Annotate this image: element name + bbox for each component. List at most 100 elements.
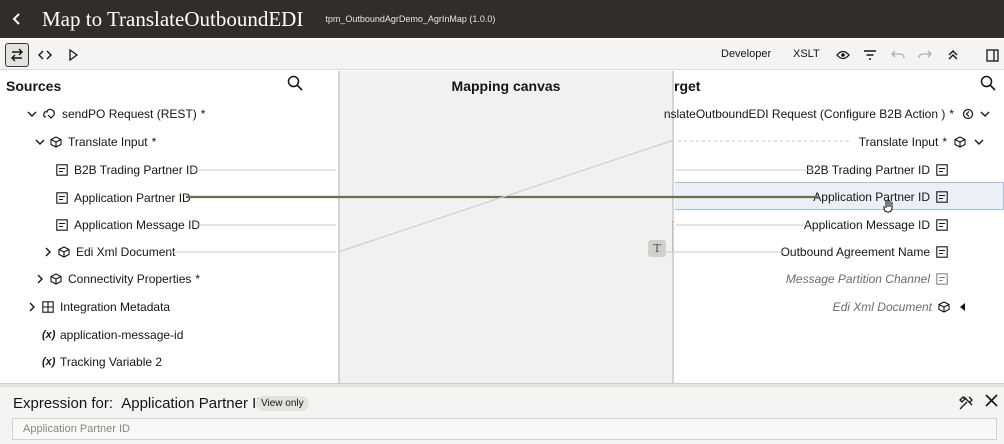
object-cube-icon xyxy=(938,301,950,313)
required-marker: * xyxy=(949,107,954,121)
required-marker: * xyxy=(151,135,157,149)
collapse-all-button[interactable] xyxy=(941,43,965,67)
target-field-label: Application Partner ID xyxy=(813,190,930,204)
source-node-sendpo[interactable]: sendPO Request (REST) * xyxy=(27,104,205,124)
object-cube-icon xyxy=(954,136,966,148)
object-cube-icon xyxy=(58,246,70,258)
object-cube-icon xyxy=(50,136,62,148)
developer-toggle[interactable]: Developer xyxy=(721,48,771,60)
sources-panel: Sources sendPO Request (REST) * Translat… xyxy=(0,71,336,383)
source-field-application-partner-id[interactable]: Application Partner ID xyxy=(56,188,191,208)
target-node-translate-input[interactable]: Translate Input * xyxy=(859,132,984,152)
xslt-toggle[interactable]: XSLT xyxy=(793,48,820,60)
expression-heading: Expression for: Application Partner ID xyxy=(13,395,267,412)
redo-icon xyxy=(918,50,932,59)
source-node-connectivity-properties[interactable]: Connectivity Properties * xyxy=(35,269,200,289)
target-field-application-message-id[interactable]: Application Message ID xyxy=(804,215,948,235)
target-field-application-partner-id[interactable]: Application Partner ID xyxy=(813,187,948,207)
expression-close-button[interactable] xyxy=(985,394,998,410)
target-node-edi-xml-document[interactable]: Edi Xml Document xyxy=(833,297,968,317)
eye-icon xyxy=(836,50,850,60)
variable-icon: (x) xyxy=(42,329,56,341)
text-field-icon xyxy=(56,192,68,204)
source-node-label: Translate Input xyxy=(68,135,148,149)
target-field-label: Message Partition Channel xyxy=(785,272,930,286)
view-only-badge: View only xyxy=(256,396,309,411)
target-field-message-partition-channel[interactable]: Message Partition Channel xyxy=(786,269,948,289)
text-field-icon xyxy=(936,191,948,203)
expression-label-prefix: Expression for: xyxy=(13,395,114,412)
required-marker: * xyxy=(942,135,947,149)
chevron-down-icon[interactable] xyxy=(980,111,990,118)
source-variable-label: application-message-id xyxy=(60,328,184,342)
side-panel-icon xyxy=(985,48,999,62)
undo-icon xyxy=(891,50,905,59)
undo-button[interactable] xyxy=(886,43,910,67)
page-subtitle: tpm_OutboundAgrDemo_AgrInMap (1.0.0) xyxy=(325,14,496,24)
mapping-canvas-title: Mapping canvas xyxy=(451,78,561,94)
text-field-icon xyxy=(936,219,948,231)
object-cube-icon xyxy=(50,273,62,285)
target-panel: rget nslateOutboundEDI Request (Configur… xyxy=(664,71,1004,383)
double-chevron-up-icon xyxy=(948,50,958,60)
target-node-label: Translate Input xyxy=(858,135,939,149)
target-node-request[interactable]: nslateOutboundEDI Request (Configure B2B… xyxy=(664,104,990,124)
target-field-label: B2B Trading Partner ID xyxy=(805,163,930,177)
chevron-right-icon[interactable] xyxy=(35,274,45,284)
search-icon xyxy=(980,75,996,91)
code-icon xyxy=(38,50,52,60)
required-marker: * xyxy=(195,272,201,286)
toolbar: Developer XSLT xyxy=(0,40,1004,70)
source-field-label: Application Partner ID xyxy=(74,191,191,205)
canvas-resize-grip[interactable] xyxy=(672,221,674,251)
page-title: Map to TranslateOutboundEDI xyxy=(42,6,304,31)
target-title: rget xyxy=(674,78,701,94)
chevron-left-icon xyxy=(12,13,20,25)
variable-icon: (x) xyxy=(42,356,56,368)
chevron-right-icon[interactable] xyxy=(27,302,37,312)
source-node-label: sendPO Request (REST) xyxy=(62,107,197,121)
source-variable-application-message-id[interactable]: (x) application-message-id xyxy=(42,325,183,345)
text-function-icon: T xyxy=(653,242,661,255)
target-search-button[interactable] xyxy=(980,75,996,94)
swap-mode-button[interactable] xyxy=(5,43,29,67)
tools-icon xyxy=(959,396,973,410)
source-node-label: Connectivity Properties xyxy=(68,272,192,286)
b2b-action-icon xyxy=(962,108,974,120)
expression-tools-button[interactable] xyxy=(958,395,974,414)
preview-button[interactable] xyxy=(831,43,855,67)
source-node-label: Integration Metadata xyxy=(60,300,171,314)
grid-table-icon xyxy=(42,301,54,313)
close-icon xyxy=(985,394,998,407)
source-node-edi-xml-document[interactable]: Edi Xml Document xyxy=(43,242,175,262)
target-node-label: nslateOutboundEDI Request (Configure B2B… xyxy=(663,107,946,121)
source-variable-tracking-variable-2[interactable]: (x) Tracking Variable 2 xyxy=(42,352,162,372)
code-view-button[interactable] xyxy=(33,43,57,67)
chevron-right-icon[interactable] xyxy=(43,247,53,257)
target-field-b2b-trading-partner-id[interactable]: B2B Trading Partner ID xyxy=(806,160,948,180)
caret-left-icon[interactable] xyxy=(958,303,968,311)
source-field-application-message-id[interactable]: Application Message ID xyxy=(56,215,200,235)
back-button[interactable] xyxy=(0,0,34,38)
expression-input[interactable]: Application Partner ID xyxy=(12,418,997,440)
target-field-outbound-agreement-name[interactable]: Outbound Agreement Name xyxy=(781,242,948,262)
redo-button[interactable] xyxy=(913,43,937,67)
sources-search-button[interactable] xyxy=(287,75,303,94)
filter-button[interactable] xyxy=(858,43,882,67)
app-header: Map to TranslateOutboundEDI tpm_Outbound… xyxy=(0,0,1004,38)
source-field-b2b-trading-partner-id[interactable]: B2B Trading Partner ID xyxy=(56,160,198,180)
function-node[interactable]: T xyxy=(648,240,666,257)
source-variable-label: Tracking Variable 2 xyxy=(60,355,163,369)
mapping-canvas[interactable]: Mapping canvas xyxy=(338,71,674,383)
chevron-down-icon[interactable] xyxy=(27,111,37,118)
target-field-label: Application Message ID xyxy=(803,218,930,232)
required-marker: * xyxy=(200,107,206,121)
chevron-down-icon[interactable] xyxy=(35,139,45,146)
target-field-label: Outbound Agreement Name xyxy=(780,245,930,259)
panel-toggle-button[interactable] xyxy=(980,43,1004,67)
source-node-translate-input[interactable]: Translate Input * xyxy=(35,132,156,152)
test-run-button[interactable] xyxy=(61,43,85,67)
chevron-down-icon[interactable] xyxy=(974,139,984,146)
source-node-integration-metadata[interactable]: Integration Metadata xyxy=(27,297,170,317)
sources-title: Sources xyxy=(6,78,62,94)
